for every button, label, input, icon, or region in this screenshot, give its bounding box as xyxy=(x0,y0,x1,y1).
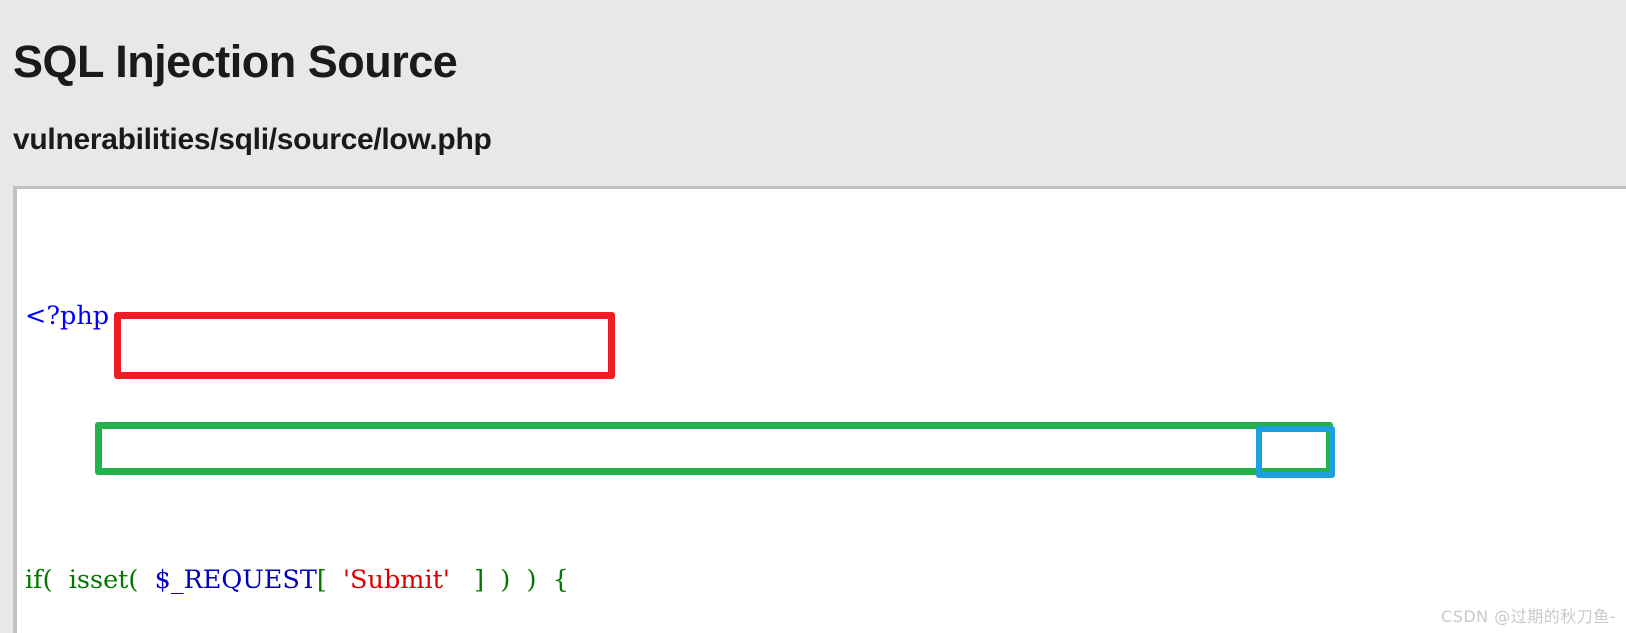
page-subtitle-filepath: vulnerabilities/sqli/source/low.php xyxy=(13,122,492,156)
code-token-php-open: <?php xyxy=(25,301,110,331)
code-token-parens: ) ) { xyxy=(484,565,569,595)
code-line-3: if( isset( $_REQUEST[ 'Submit' ] ) ) { xyxy=(25,564,1376,597)
code-token-bracket-open: [ xyxy=(316,565,327,595)
page-title: SQL Injection Source xyxy=(13,36,458,88)
code-token-submit-string: 'Submit' xyxy=(326,565,467,595)
code-token-request-superglobal: $_REQUEST xyxy=(154,565,317,595)
green-box-mask xyxy=(103,430,1325,441)
red-box-mask-bottom xyxy=(121,363,608,377)
code-block[interactable]: <?php if( isset( $_REQUEST[ 'Submit' ] )… xyxy=(13,186,1626,633)
code-content: <?php if( isset( $_REQUEST[ 'Submit' ] )… xyxy=(17,189,1376,633)
code-token-bracket-close: ] xyxy=(466,565,485,595)
red-box-mask xyxy=(121,320,608,338)
page-root: SQL Injection Source vulnerabilities/sql… xyxy=(0,0,1626,633)
code-token-if: if( isset( xyxy=(25,565,155,595)
csdn-watermark: CSDN @过期的秋刀鱼- xyxy=(1441,607,1616,626)
